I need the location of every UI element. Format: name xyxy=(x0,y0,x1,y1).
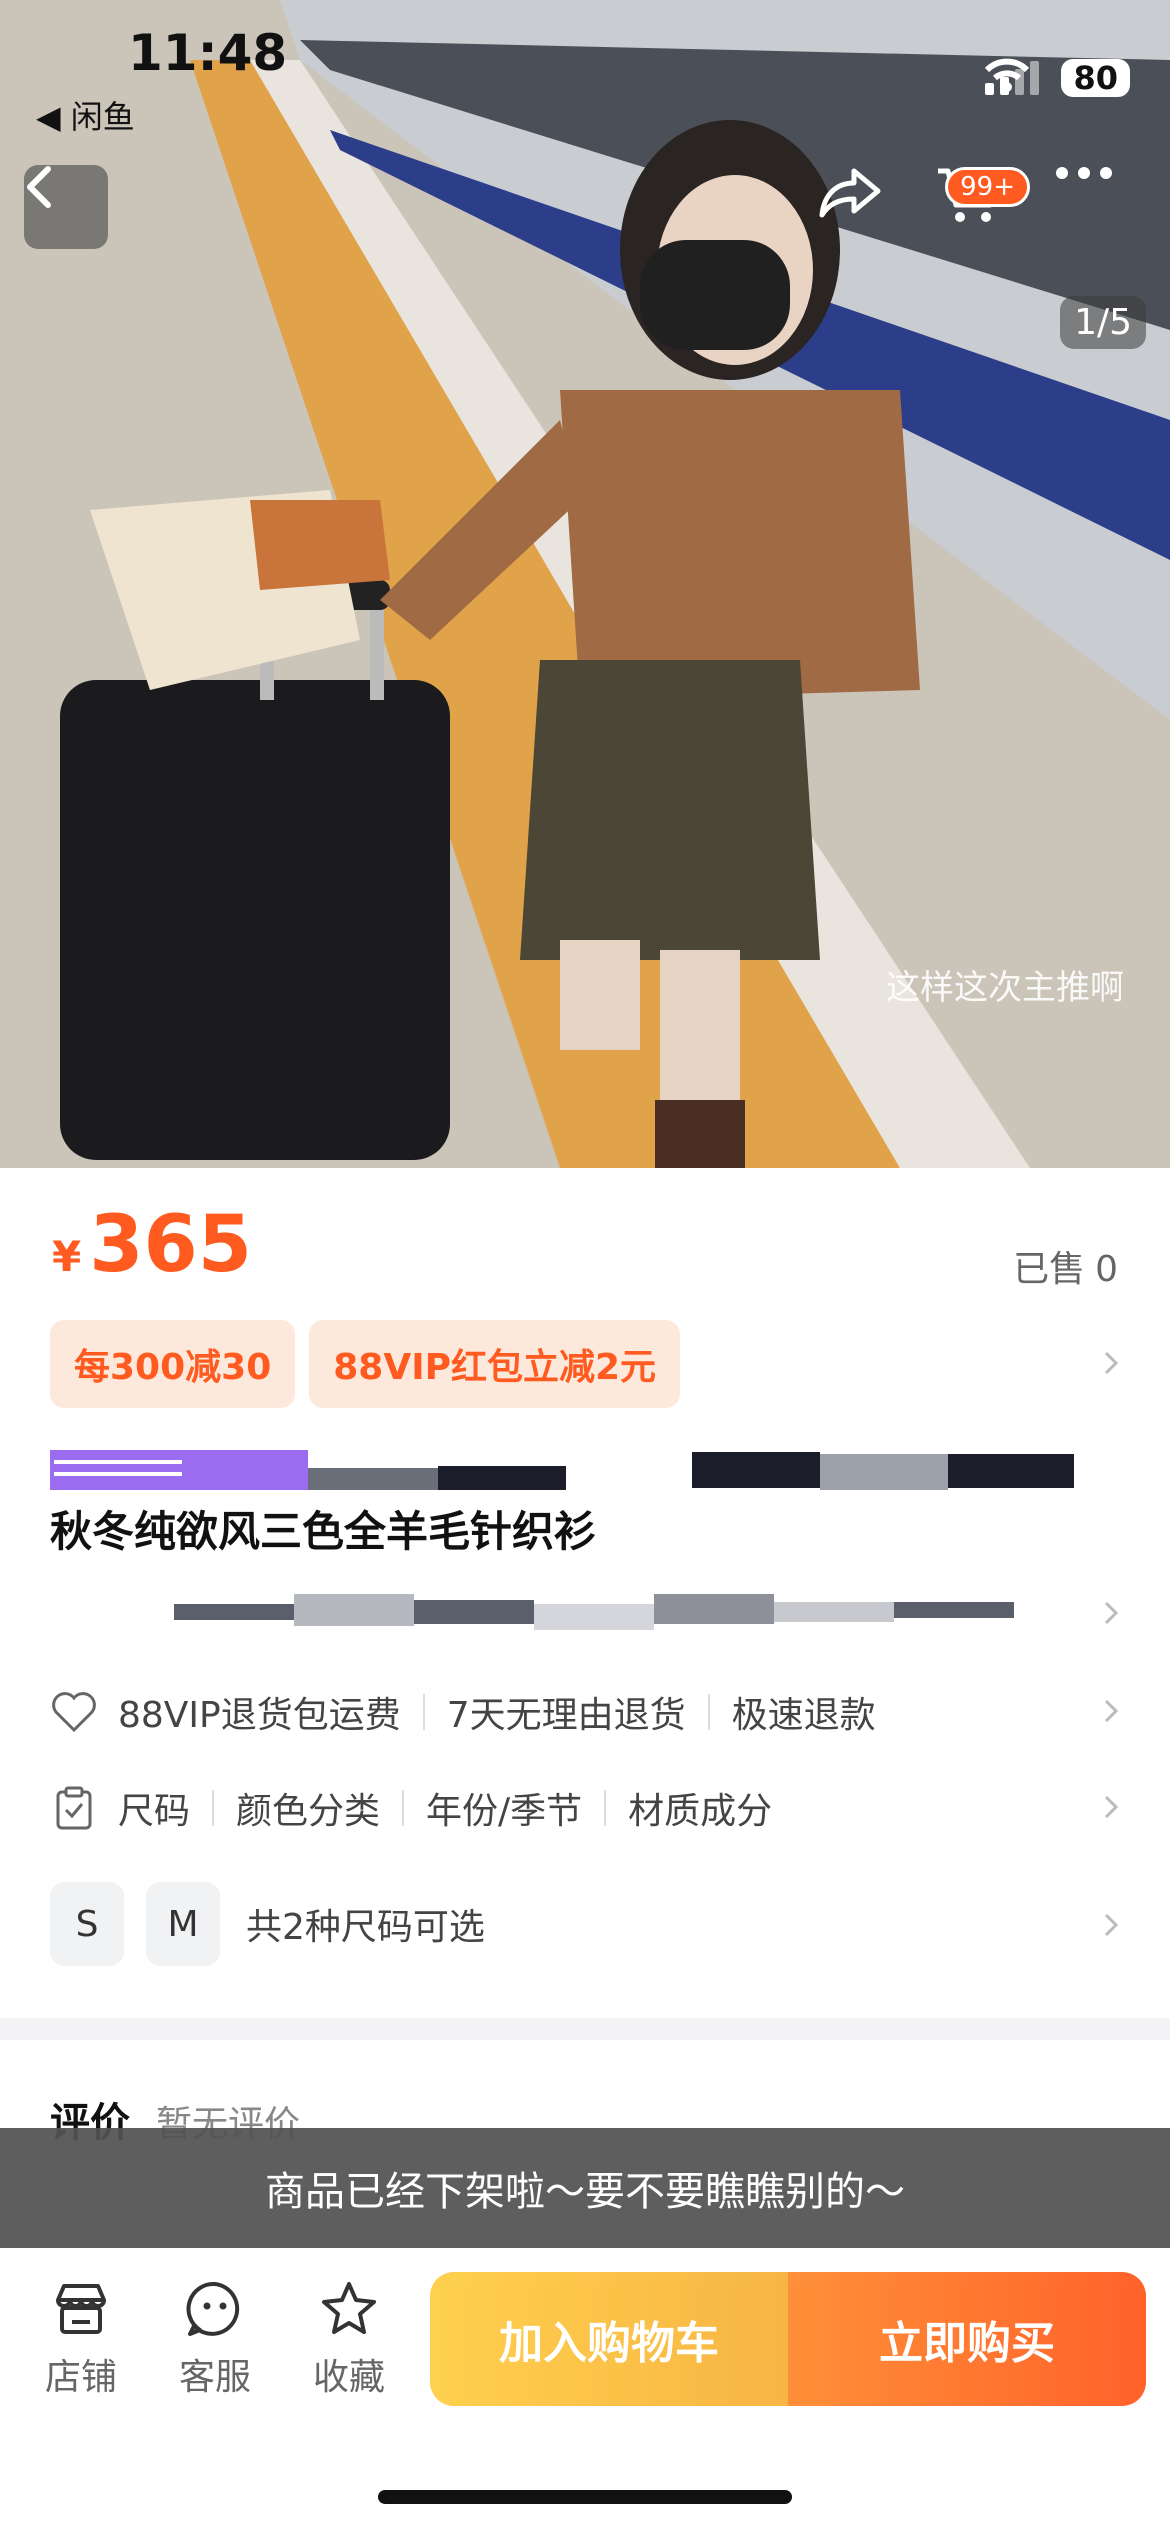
size-option[interactable]: S xyxy=(50,1882,124,1966)
service-label: 客服 xyxy=(178,2357,251,2398)
chevron-right-icon[interactable] xyxy=(1098,1350,1124,1376)
share-button[interactable] xyxy=(818,165,902,249)
currency-symbol: ¥ xyxy=(52,1232,82,1281)
cart-button[interactable]: 99+ xyxy=(936,165,1030,249)
divider xyxy=(212,1790,215,1826)
status-time: 11:48 xyxy=(128,24,288,82)
param-item: 颜色分类 xyxy=(236,1791,381,1832)
back-button[interactable] xyxy=(24,165,108,249)
divider xyxy=(422,1694,425,1730)
back-app-label: 闲鱼 xyxy=(70,98,135,136)
sold-count: 已售 0 xyxy=(1003,1240,1118,1292)
divider xyxy=(707,1694,710,1730)
promo-tag[interactable]: 每300减30 xyxy=(50,1320,296,1408)
sold-label: 已售 xyxy=(1013,1249,1086,1290)
size-summary: 共2种尺码可选 xyxy=(246,1907,485,1948)
param-item: 材质成分 xyxy=(628,1791,773,1832)
battery-indicator: 80 xyxy=(1061,59,1130,97)
divider xyxy=(604,1790,607,1826)
favorite-label: 收藏 xyxy=(312,2357,385,2398)
size-option[interactable]: M xyxy=(146,1882,220,1966)
star-icon xyxy=(322,2282,376,2334)
store-label: 店铺 xyxy=(44,2357,117,2398)
service-item: 88VIP退货包运费 xyxy=(118,1695,401,1736)
price: ¥ 365 xyxy=(52,1200,252,1290)
more-dots-icon xyxy=(1056,167,1112,179)
divider xyxy=(402,1790,405,1826)
favorite-button[interactable]: 收藏 xyxy=(294,2278,404,2400)
product-photo[interactable]: 11:48 ◀ 闲鱼 80 99+ 1/5 这样这次主推啊 xyxy=(0,0,1170,1168)
param-item: 年份/季节 xyxy=(426,1791,583,1832)
wifi-icon xyxy=(985,58,1030,92)
service-row[interactable]: 88VIP退货包运费 7天无理由退货 极速退款 xyxy=(50,1686,876,1738)
smiley-chat-icon xyxy=(186,2281,240,2336)
add-to-cart-button[interactable]: 加入购物车 xyxy=(430,2272,788,2406)
store-button[interactable]: 店铺 xyxy=(26,2278,136,2400)
status-icons: 80 xyxy=(985,58,1130,98)
price-amount: 365 xyxy=(89,1200,253,1290)
purchase-buttons: 加入购物车 立即购买 xyxy=(430,2272,1146,2406)
redacted-title-prefix xyxy=(50,1450,1074,1490)
chevron-right-icon[interactable] xyxy=(1098,1912,1124,1938)
param-item: 尺码 xyxy=(118,1791,191,1832)
chevron-right-icon[interactable] xyxy=(1098,1794,1124,1820)
top-actions: 99+ xyxy=(818,165,1138,249)
sold-number: 0 xyxy=(1095,1249,1118,1290)
heart-shield-icon xyxy=(52,1692,96,1733)
photo-counter: 1/5 xyxy=(1060,296,1146,349)
customer-service-button[interactable]: 客服 xyxy=(160,2278,270,2400)
store-icon xyxy=(56,2284,106,2334)
share-icon xyxy=(819,168,881,218)
clipboard-icon xyxy=(56,1786,92,1830)
home-indicator[interactable] xyxy=(378,2490,792,2504)
chevron-right-icon[interactable] xyxy=(1098,1698,1124,1724)
section-divider xyxy=(0,2018,1170,2040)
delisted-notice: 商品已经下架啦～要不要瞧瞧别的～ xyxy=(0,2128,1170,2248)
service-item: 7天无理由退货 xyxy=(446,1695,686,1736)
more-button[interactable] xyxy=(1054,165,1138,249)
back-to-app-link[interactable]: ◀ 闲鱼 xyxy=(36,92,135,138)
redacted-title-suffix xyxy=(174,1594,1014,1630)
chevron-right-icon[interactable] xyxy=(1098,1600,1124,1626)
promo-tag[interactable]: 88VIP红包立减2元 xyxy=(309,1320,681,1408)
cart-count-badge: 99+ xyxy=(945,167,1030,207)
photo-watermark: 这样这次主推啊 xyxy=(886,968,1124,1008)
service-item: 极速退款 xyxy=(731,1695,876,1736)
chevron-left-icon xyxy=(27,166,51,208)
params-row[interactable]: 尺码 颜色分类 年份/季节 材质成分 xyxy=(50,1782,772,1834)
triangle-left-icon: ◀ xyxy=(36,98,61,136)
product-title: 秋冬纯欲风三色全羊毛针织衫 xyxy=(50,1507,597,1556)
buy-now-button[interactable]: 立即购买 xyxy=(788,2272,1146,2406)
size-selector[interactable]: S M 共2种尺码可选 xyxy=(50,1882,485,1966)
promo-tags[interactable]: 每300减30 88VIP红包立减2元 xyxy=(50,1320,681,1408)
